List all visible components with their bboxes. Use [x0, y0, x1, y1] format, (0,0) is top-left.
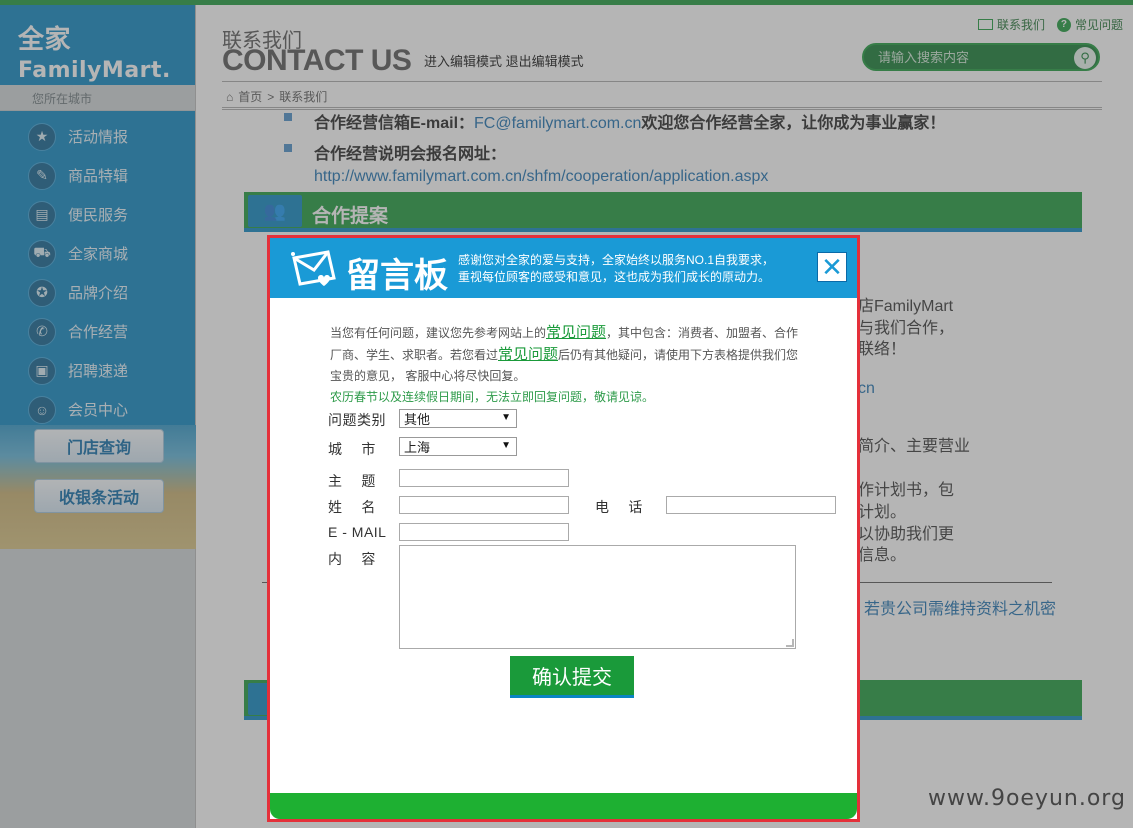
category-select[interactable]: 其他 ▼: [399, 409, 517, 428]
subject-label: 主 题: [328, 473, 376, 489]
phone-input[interactable]: [666, 496, 836, 514]
chevron-down-icon: ▼: [501, 440, 511, 451]
watermark: www.9oeyun.org: [928, 786, 1126, 811]
city-label: 城 市: [328, 441, 376, 457]
content-textarea[interactable]: [399, 545, 796, 649]
modal-header: 留言板 感谢您对全家的爱与支持，全家始终以服务NO.1自我要求， 重视每位顾客的…: [270, 238, 857, 298]
city-select[interactable]: 上海 ▼: [399, 437, 517, 456]
submit-button[interactable]: 确认提交: [510, 656, 634, 698]
chevron-down-icon: ▼: [501, 412, 511, 423]
email-input[interactable]: [399, 523, 569, 541]
name-input[interactable]: [399, 496, 569, 514]
close-button[interactable]: ✕: [817, 252, 847, 282]
modal-subtitle: 感谢您对全家的爱与支持，全家始终以服务NO.1自我要求， 重视每位顾客的感受和意…: [458, 252, 788, 286]
category-label: 问题类别: [328, 412, 386, 428]
city-value: 上海: [404, 440, 431, 455]
modal-intro: 当您有任何问题，建议您先参考网站上的常见问题，其中包含：消费者、加盟者、合作 厂…: [330, 322, 800, 387]
faq-inline-link[interactable]: 常见问题: [498, 346, 558, 363]
category-value: 其他: [404, 412, 431, 427]
faq-inline-link[interactable]: 常见问题: [546, 324, 606, 341]
envelope-icon: [291, 250, 336, 286]
modal-subtitle-line: 感谢您对全家的爱与支持，全家始终以服务NO.1自我要求，: [458, 253, 775, 267]
modal-subtitle-line: 重视每位顾客的感受和意见，这也成为我们成长的原动力。: [458, 270, 771, 284]
phone-label: 电 话: [595, 499, 643, 515]
content-label: 内 容: [328, 551, 376, 567]
name-label: 姓 名: [328, 499, 376, 515]
modal-footer-bar: [270, 793, 857, 819]
modal-title: 留言板: [346, 257, 448, 295]
message-board-modal: 留言板 感谢您对全家的爱与支持，全家始终以服务NO.1自我要求， 重视每位顾客的…: [267, 235, 860, 822]
intro-text: 当您有任何问题，建议您先参考网站上的: [330, 326, 547, 340]
email-label: E - MAIL: [328, 524, 387, 540]
subject-input[interactable]: [399, 469, 569, 487]
resize-grip-icon[interactable]: [786, 639, 794, 647]
holiday-notice: 农历春节以及连续假日期间，无法立即回复问题，敬请见谅。: [330, 390, 655, 404]
